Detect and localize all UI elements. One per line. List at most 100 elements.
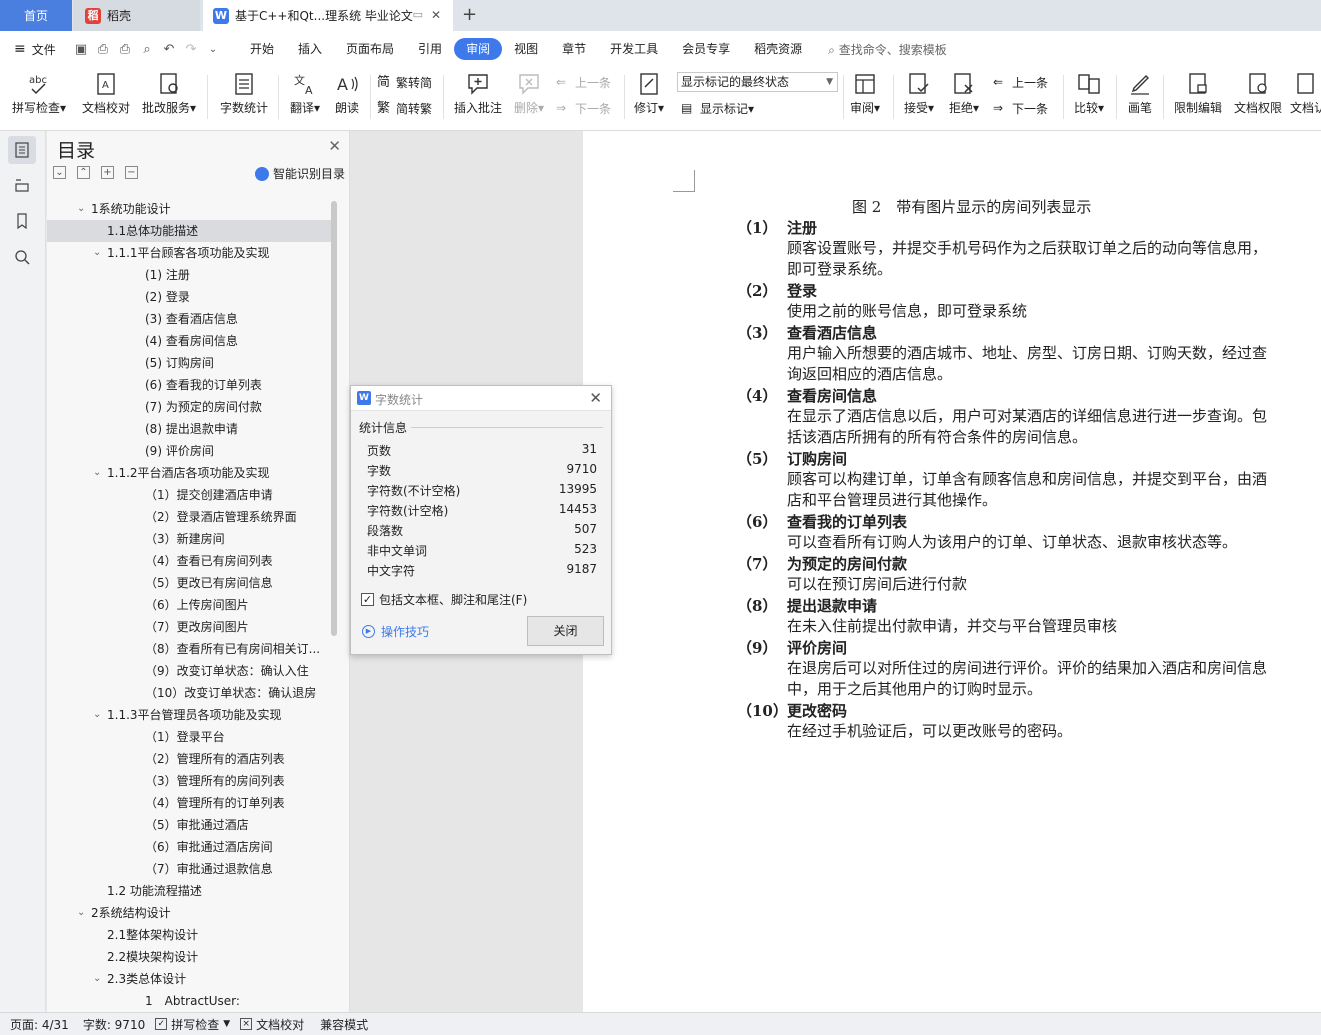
toc-item[interactable]: ⌄ 2.3类总体设计 [47,968,335,990]
search-icon[interactable] [8,243,36,271]
toc-item[interactable]: (9) 评价房间 [47,440,335,462]
read-aloud-button[interactable]: A 朗读 [330,69,364,123]
toc-item[interactable]: (4) 查看房间信息 [47,330,335,352]
expand-chevron-icon[interactable]: ⌄ [93,242,101,264]
toc-item[interactable]: 1.2 功能流程描述 [47,880,335,902]
prev-change-button[interactable]: ⇐ 上一条 [993,74,1048,91]
tab-member[interactable]: 会员专享 [670,38,742,60]
toc-item[interactable]: ⌄ 1.1.1平台顾客各项功能及实现 [47,242,335,264]
toc-item[interactable]: （2）登录酒店管理系统界面 [47,506,335,528]
toc-item[interactable]: （3）新建房间 [47,528,335,550]
tab-insert[interactable]: 插入 [286,38,334,60]
accept-button[interactable]: 接受▾ [899,69,939,123]
toc-item[interactable]: （3）管理所有的房间列表 [47,770,335,792]
toc-item[interactable]: （4）查看已有房间列表 [47,550,335,572]
redo-icon[interactable]: ↷ [180,42,202,57]
restrict-editing-button[interactable]: 限制编辑 [1170,69,1226,123]
print-preview-icon[interactable]: ⌕ [136,42,158,57]
delete-comment-button[interactable]: 删除▾ [510,69,548,123]
toc-item[interactable]: (5) 订购房间 [47,352,335,374]
toc-item[interactable]: 2.1整体架构设计 [47,924,335,946]
toc-item[interactable]: （9）改变订单状态：确认入住 [47,660,335,682]
toc-item[interactable]: (3) 查看酒店信息 [47,308,335,330]
toc-item[interactable]: （8）查看所有已有房间相关订... [47,638,335,660]
spellcheck-status[interactable]: ✓ 拼写检查 ▼ [155,1016,230,1033]
pen-button[interactable]: 画笔 [1123,69,1157,123]
close-icon[interactable]: ✕ [328,137,341,155]
markup-state-select[interactable]: 显示标记的最终状态 ▼ [677,72,838,92]
review-pane-button[interactable]: 审阅▾ [847,69,883,123]
export-pdf-icon[interactable]: ⎙ [92,42,114,57]
toc-item[interactable]: （10）改变订单状态：确认退房 [47,682,335,704]
prev-comment-button[interactable]: ⇐ 上一条 [556,74,611,91]
add-heading-icon[interactable]: + [101,166,114,179]
toc-item[interactable]: 1 AbtractUser: [47,990,335,1012]
show-markup-button[interactable]: ▤ 显示标记 ▾ [681,100,754,117]
toc-item[interactable]: （5）更改已有房间信息 [47,572,335,594]
compare-button[interactable]: 比较▾ [1068,69,1110,123]
toc-item[interactable]: （1）登录平台 [47,726,335,748]
toc-item[interactable]: (7) 为预定的房间付款 [47,396,335,418]
tab-view[interactable]: 视图 [502,38,550,60]
track-changes-button[interactable]: 修订▾ [630,69,668,123]
close-button[interactable]: 关闭 [527,616,604,646]
expand-chevron-icon[interactable]: ⌄ [77,198,85,220]
proofread-status[interactable]: × 文档校对 [240,1016,304,1033]
tab-home[interactable]: 首页 [0,0,72,31]
include-textbox-checkbox[interactable]: ✓ 包括文本框、脚注和尾注(F) [361,591,527,608]
save-icon[interactable]: ▣ [70,42,92,57]
more-chevron-icon[interactable]: ⌄ [202,44,224,55]
command-search[interactable]: ⌕ 查找命令、搜索模板 [828,41,947,58]
word-count-indicator[interactable]: 字数: 9710 [83,1016,145,1033]
toc-item[interactable]: ⌄ 1.1.3平台管理员各项功能及实现 [47,704,335,726]
tab-chapter[interactable]: 章节 [550,38,598,60]
next-comment-button[interactable]: ⇒ 下一条 [556,100,611,117]
tab-references[interactable]: 引用 [406,38,454,60]
undo-icon[interactable]: ↶ [158,42,180,57]
toc-item[interactable]: （6）上传房间图片 [47,594,335,616]
toc-item[interactable]: (8) 提出退款申请 [47,418,335,440]
annotate-service-button[interactable]: 批改服务▾ [140,69,198,123]
toc-scrollbar[interactable] [331,201,337,636]
toc-item[interactable]: 1.1总体功能描述 [47,220,335,242]
translate-button[interactable]: 文A 翻译▾ [285,69,325,123]
tab-daoke[interactable]: 稻 稻壳 [73,0,200,31]
toc-item[interactable]: (6) 查看我的订单列表 [47,374,335,396]
word-count-button[interactable]: 字数统计 [216,69,272,123]
tips-link[interactable]: ▶ 操作技巧 [362,623,429,640]
to-traditional-button[interactable]: 简 繁转简 [377,74,432,91]
spellcheck-button[interactable]: abc 拼写检查▾ [8,69,70,123]
toc-item[interactable]: （6）审批通过酒店房间 [47,836,335,858]
tab-start[interactable]: 开始 [238,38,286,60]
toc-item[interactable]: 2.2模块架构设计 [47,946,335,968]
toc-item[interactable]: ⌄ 1系统功能设计 [47,198,335,220]
close-icon[interactable]: ✕ [431,8,441,22]
collapse-all-icon[interactable]: ⌄ [53,166,66,179]
doc-certify-button[interactable]: 文档认 [1290,69,1321,123]
toc-item[interactable]: （7）审批通过退款信息 [47,858,335,880]
toc-item[interactable]: （4）管理所有的订单列表 [47,792,335,814]
expand-chevron-icon[interactable]: ⌄ [93,968,101,990]
toc-item[interactable]: （2）管理所有的酒店列表 [47,748,335,770]
close-icon[interactable]: ✕ [589,389,602,407]
toc-item[interactable]: ⌄ 2系统结构设计 [47,902,335,924]
doc-permission-button[interactable]: 文档权限 [1230,69,1286,123]
proofread-button[interactable]: A 文档校对 [78,69,134,123]
toc-panel-icon[interactable] [8,136,36,164]
to-simplified-button[interactable]: 繁 简转繁 [377,100,432,117]
tab-review[interactable]: 审阅 [454,38,503,60]
toc-item[interactable]: （5）审批通过酒店 [47,814,335,836]
expand-chevron-icon[interactable]: ⌄ [93,462,101,484]
tab-developer[interactable]: 开发工具 [598,38,670,60]
reject-button[interactable]: 拒绝▾ [944,69,984,123]
page-indicator[interactable]: 页面: 4/31 [10,1016,69,1033]
bookmark-icon[interactable] [8,207,36,235]
tab-layout[interactable]: 页面布局 [334,38,406,60]
remove-heading-icon[interactable]: − [125,166,138,179]
toc-item[interactable]: （7）更改房间图片 [47,616,335,638]
expand-all-icon[interactable]: ⌃ [77,166,90,179]
expand-chevron-icon[interactable]: ⌄ [77,902,85,924]
dialog-titlebar[interactable]: W 字数统计 ✕ [351,386,611,411]
tab-daoke-resources[interactable]: 稻壳资源 [742,38,814,60]
toc-item[interactable]: (2) 登录 [47,286,335,308]
